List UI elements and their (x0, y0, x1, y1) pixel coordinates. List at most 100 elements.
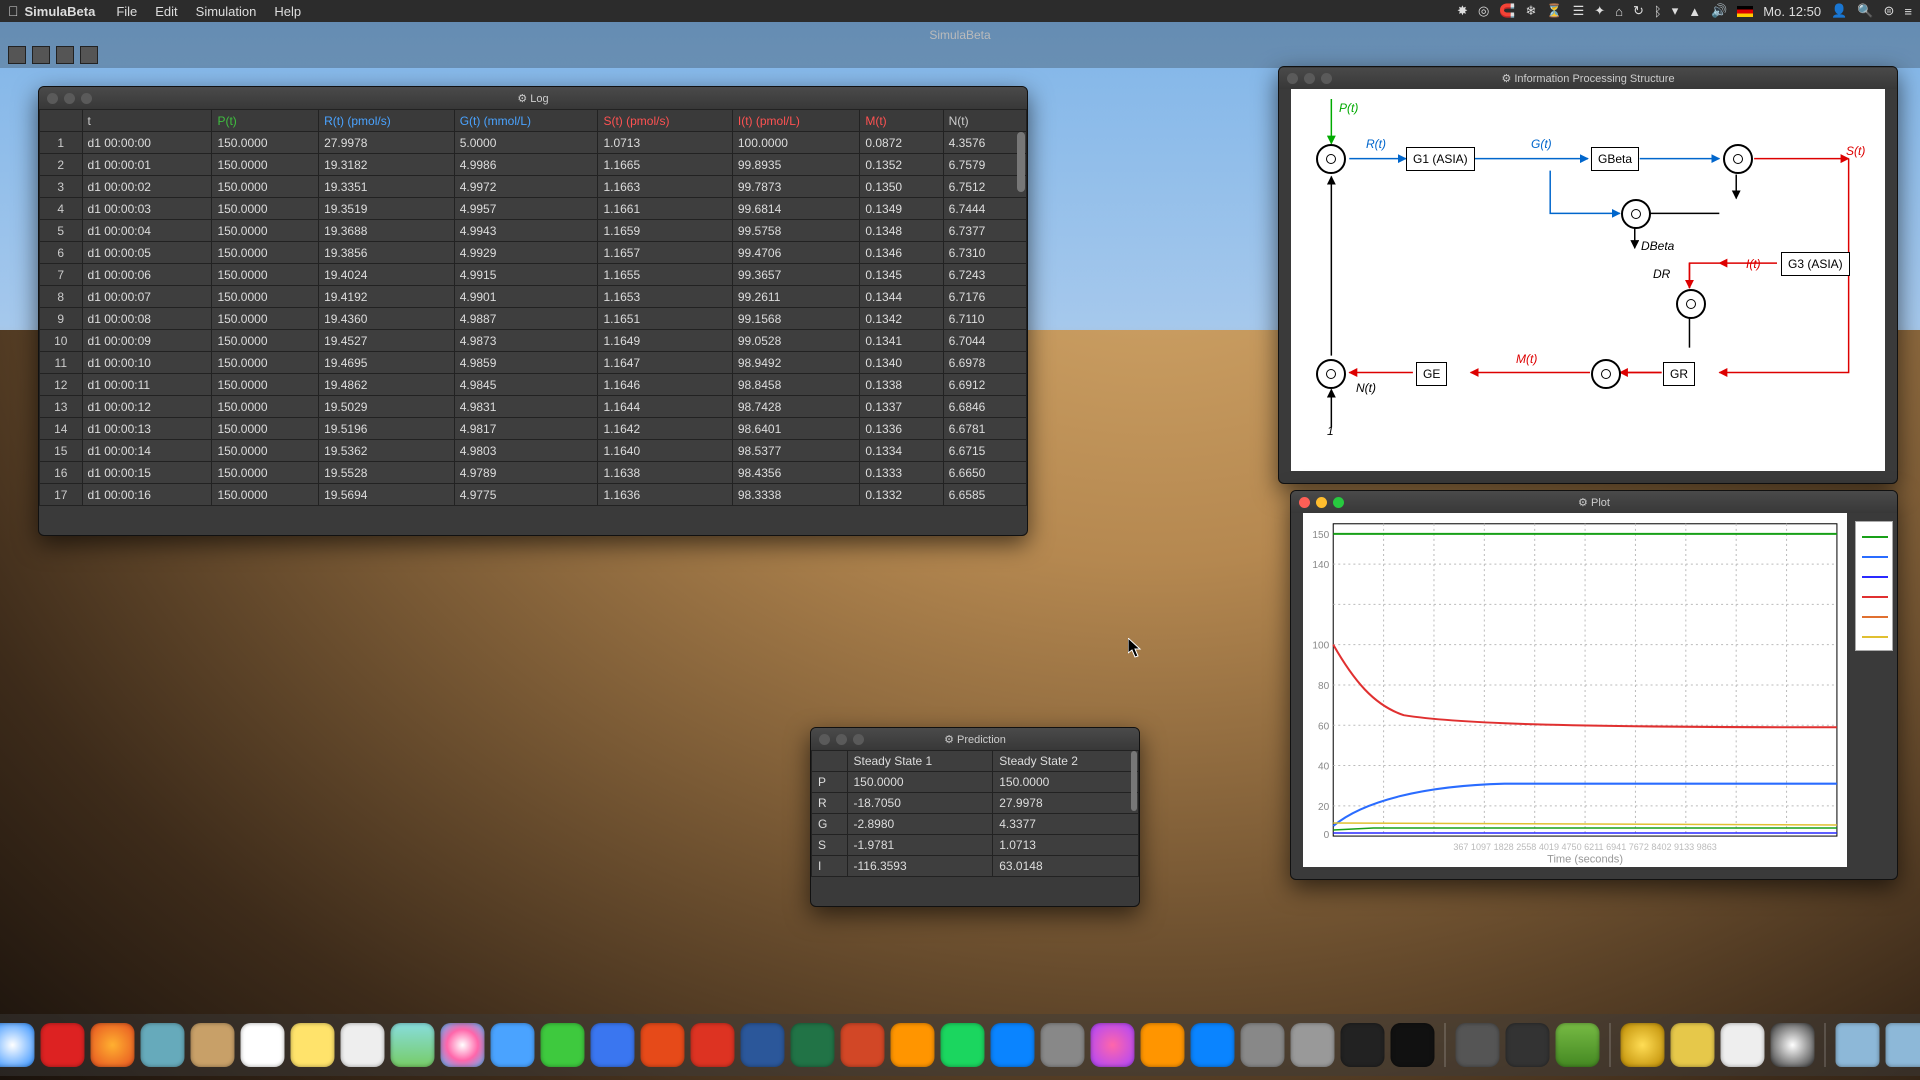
dock-app-word[interactable] (741, 1023, 785, 1067)
table-cell[interactable]: 6.7310 (943, 242, 1026, 264)
table-cell[interactable]: 0.1345 (860, 264, 943, 286)
table-cell[interactable]: 0.1338 (860, 374, 943, 396)
menu-edit[interactable]: Edit (155, 4, 177, 19)
table-row[interactable]: 2d1 00:00:01150.000019.31824.99861.16659… (40, 154, 1027, 176)
table-cell[interactable]: 150.0000 (212, 308, 319, 330)
table-cell[interactable]: 19.5694 (319, 484, 455, 506)
table-cell[interactable]: 19.4527 (319, 330, 455, 352)
table-row[interactable]: P150.0000150.0000 (812, 772, 1139, 793)
table-cell[interactable]: 6.7512 (943, 176, 1026, 198)
table-cell[interactable]: 98.4356 (732, 462, 859, 484)
log-header[interactable]: P(t) (212, 110, 319, 132)
table-cell[interactable]: 1.1647 (598, 352, 732, 374)
table-cell[interactable]: 98.5377 (732, 440, 859, 462)
table-cell[interactable]: 150.0000 (212, 440, 319, 462)
table-cell[interactable]: 4.9957 (454, 198, 598, 220)
table-cell[interactable]: 6.7044 (943, 330, 1026, 352)
table-cell[interactable]: 98.9492 (732, 352, 859, 374)
pred-header[interactable]: Steady State 2 (993, 751, 1139, 772)
table-cell[interactable]: d1 00:00:01 (82, 154, 212, 176)
log-header[interactable]: R(t) (pmol/s) (319, 110, 455, 132)
table-cell[interactable]: 99.5758 (732, 220, 859, 242)
dock-app-calendar[interactable] (241, 1023, 285, 1067)
dock-app-pro[interactable] (1556, 1023, 1600, 1067)
log-scrollbar[interactable] (1017, 132, 1025, 192)
table-cell[interactable]: 1.1663 (598, 176, 732, 198)
table-cell[interactable]: 0.1332 (860, 484, 943, 506)
table-cell[interactable]: 4.9943 (454, 220, 598, 242)
table-cell[interactable]: 4.9789 (454, 462, 598, 484)
log-header[interactable]: S(t) (pmol/s) (598, 110, 732, 132)
bluetooth-icon[interactable]: ᛒ (1654, 4, 1662, 19)
status-icon[interactable]: ⏳ (1546, 3, 1562, 19)
table-cell[interactable]: 6.6781 (943, 418, 1026, 440)
dock-app-notes[interactable] (291, 1023, 335, 1067)
table-cell[interactable]: d1 00:00:13 (82, 418, 212, 440)
table-cell[interactable]: 8 (40, 286, 83, 308)
table-cell[interactable]: 150.0000 (212, 484, 319, 506)
table-cell[interactable]: 99.1568 (732, 308, 859, 330)
table-row[interactable]: 16d1 00:00:15150.000019.55284.97891.1638… (40, 462, 1027, 484)
table-cell[interactable]: 1.1642 (598, 418, 732, 440)
prediction-scrollbar[interactable] (1131, 751, 1137, 811)
table-cell[interactable]: 6.6846 (943, 396, 1026, 418)
table-cell[interactable]: 6 (40, 242, 83, 264)
table-cell[interactable]: 99.3657 (732, 264, 859, 286)
table-cell[interactable]: 0.1336 (860, 418, 943, 440)
table-cell[interactable]: 150.0000 (212, 132, 319, 154)
airplay-icon[interactable]: ▲ (1688, 4, 1701, 19)
table-cell[interactable]: 150.0000 (212, 176, 319, 198)
table-cell[interactable]: 3 (40, 176, 83, 198)
dock-app-powerpoint[interactable] (841, 1023, 885, 1067)
table-cell[interactable]: d1 00:00:10 (82, 352, 212, 374)
table-cell[interactable]: 1.1653 (598, 286, 732, 308)
table-cell[interactable]: -1.9781 (847, 835, 993, 856)
dock-app-custom3[interactable] (1721, 1023, 1765, 1067)
table-row[interactable]: 10d1 00:00:09150.000019.45274.98731.1649… (40, 330, 1027, 352)
spotlight-icon[interactable]: 🔍 (1857, 3, 1873, 19)
table-cell[interactable]: 4.9929 (454, 242, 598, 264)
table-cell[interactable]: 4.9859 (454, 352, 598, 374)
table-cell[interactable]: 150.0000 (212, 264, 319, 286)
table-cell[interactable]: 99.7873 (732, 176, 859, 198)
table-cell[interactable]: 5 (40, 220, 83, 242)
table-cell[interactable]: d1 00:00:06 (82, 264, 212, 286)
status-icon[interactable]: ⌂ (1615, 4, 1623, 19)
table-row[interactable]: 6d1 00:00:05150.000019.38564.99291.16579… (40, 242, 1027, 264)
table-cell[interactable]: 0.1337 (860, 396, 943, 418)
dock-app-signal[interactable] (591, 1023, 635, 1067)
table-cell[interactable]: d1 00:00:09 (82, 330, 212, 352)
table-row[interactable]: 8d1 00:00:07150.000019.41924.99011.16539… (40, 286, 1027, 308)
log-header[interactable]: t (82, 110, 212, 132)
toolbar-save-icon[interactable] (56, 46, 74, 64)
dock-app-reminders[interactable] (341, 1023, 385, 1067)
table-cell[interactable]: d1 00:00:03 (82, 198, 212, 220)
table-cell[interactable]: d1 00:00:02 (82, 176, 212, 198)
dock-app-custom2[interactable] (1671, 1023, 1715, 1067)
dock-app-acrobat[interactable] (691, 1023, 735, 1067)
table-cell[interactable]: 1.1661 (598, 198, 732, 220)
active-app-name[interactable]: SimulaBeta (25, 4, 96, 19)
table-cell[interactable]: 98.6401 (732, 418, 859, 440)
table-cell[interactable]: 1.1638 (598, 462, 732, 484)
table-cell[interactable]: 150.0000 (847, 772, 993, 793)
table-cell[interactable]: 19.4360 (319, 308, 455, 330)
table-row[interactable]: 5d1 00:00:04150.000019.36884.99431.16599… (40, 220, 1027, 242)
table-cell[interactable]: 1.1655 (598, 264, 732, 286)
table-cell[interactable]: 1.0713 (993, 835, 1139, 856)
table-row[interactable]: 14d1 00:00:13150.000019.51964.98171.1642… (40, 418, 1027, 440)
table-cell[interactable]: 27.9978 (993, 793, 1139, 814)
status-icon[interactable]: 🧲 (1499, 3, 1515, 19)
control-center-icon[interactable]: ⊜ (1884, 3, 1895, 19)
table-cell[interactable]: 0.1344 (860, 286, 943, 308)
table-row[interactable]: I-116.359363.0148 (812, 856, 1139, 877)
user-icon[interactable]: 👤 (1831, 3, 1847, 19)
dock-app-activity[interactable] (1341, 1023, 1385, 1067)
table-cell[interactable]: 4.9915 (454, 264, 598, 286)
table-row[interactable]: 17d1 00:00:16150.000019.56944.97751.1636… (40, 484, 1027, 506)
menu-file[interactable]: File (116, 4, 137, 19)
table-cell[interactable]: 6.7110 (943, 308, 1026, 330)
dock-app-simulabeta[interactable] (1771, 1023, 1815, 1067)
dock-app-safari[interactable] (0, 1023, 35, 1067)
table-cell[interactable]: d1 00:00:14 (82, 440, 212, 462)
